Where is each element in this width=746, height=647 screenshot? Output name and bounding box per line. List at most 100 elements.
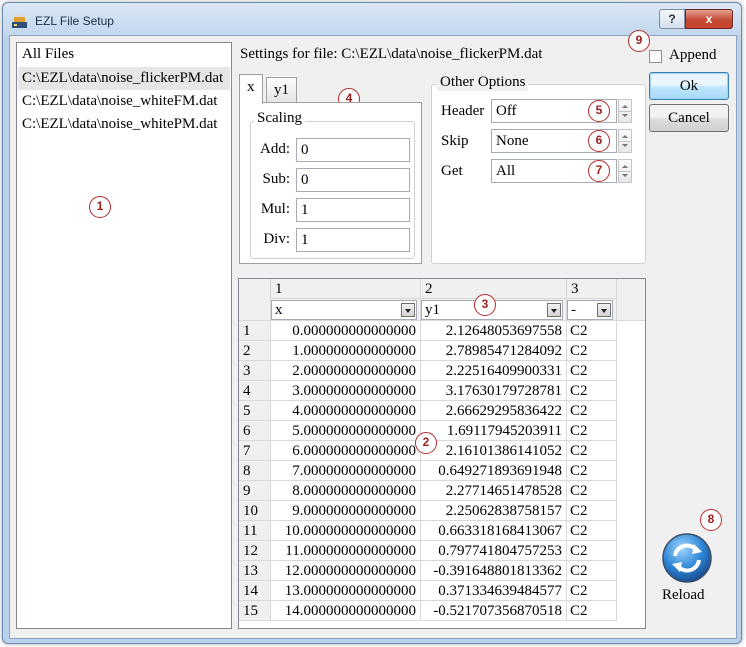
sub-input[interactable]: 0 [296,168,410,192]
reload-icon[interactable] [661,532,713,584]
tab-x[interactable]: x [239,74,263,104]
column-3-cell[interactable]: C2 [567,441,617,461]
y-value-cell[interactable]: 1.69117945203911 [421,421,567,441]
column-1-select[interactable]: x [271,300,417,320]
y-value-cell[interactable]: 2.66629295836422 [421,401,567,421]
tab-y1[interactable]: y1 [266,77,297,104]
get-label: Get [441,163,463,179]
close-button[interactable]: x [685,9,733,29]
x-value-cell[interactable]: 6.000000000000000 [271,441,421,461]
column-3-select[interactable]: - [567,300,613,320]
y-value-cell[interactable]: -0.521707356870518 [421,601,567,621]
x-value-cell[interactable]: 5.000000000000000 [271,421,421,441]
row-number[interactable]: 11 [239,521,271,541]
row-number[interactable]: 15 [239,601,271,621]
column-3-cell[interactable]: C2 [567,581,617,601]
column-3-cell[interactable]: C2 [567,361,617,381]
column-3-cell[interactable]: C2 [567,521,617,541]
column-3-cell[interactable]: C2 [567,541,617,561]
row-number[interactable]: 8 [239,461,271,481]
other-options-title: Other Options [437,74,529,91]
x-value-cell[interactable]: 11.000000000000000 [271,541,421,561]
grid-column-number: 3 [567,279,617,299]
row-number[interactable]: 7 [239,441,271,461]
annotation-marker: 9 [628,30,650,52]
y-value-cell[interactable]: 2.27714651478528 [421,481,567,501]
sub-label: Sub: [262,171,290,187]
get-spin-buttons[interactable] [618,159,632,183]
add-input[interactable]: 0 [296,138,410,162]
x-value-cell[interactable]: 4.000000000000000 [271,401,421,421]
y-value-cell[interactable]: 2.25062838758157 [421,501,567,521]
column-3-cell[interactable]: C2 [567,461,617,481]
row-number[interactable]: 4 [239,381,271,401]
y-value-cell[interactable]: 2.16101386141052 [421,441,567,461]
app-icon [12,14,27,28]
file-list-item[interactable]: C:\EZL\data\noise_flickerPM.dat [18,67,230,90]
mul-input[interactable]: 1 [296,198,410,222]
column-3-cell[interactable]: C2 [567,481,617,501]
column-3-cell[interactable]: C2 [567,381,617,401]
x-value-cell[interactable]: 8.000000000000000 [271,481,421,501]
x-value-cell[interactable]: 2.000000000000000 [271,361,421,381]
x-value-cell[interactable]: 12.000000000000000 [271,561,421,581]
annotation-marker: 7 [588,160,610,182]
column-3-cell[interactable]: C2 [567,421,617,441]
row-number[interactable]: 2 [239,341,271,361]
x-value-cell[interactable]: 3.000000000000000 [271,381,421,401]
y-value-cell[interactable]: 0.649271893691948 [421,461,567,481]
x-value-cell[interactable]: 9.000000000000000 [271,501,421,521]
x-value-cell[interactable]: 1.000000000000000 [271,341,421,361]
x-value-cell[interactable]: 7.000000000000000 [271,461,421,481]
y-value-cell[interactable]: 2.22516409900331 [421,361,567,381]
ok-button[interactable]: Ok [649,72,729,100]
scaling-group-title: Scaling [254,110,305,127]
x-value-cell[interactable]: 10.000000000000000 [271,521,421,541]
y-value-cell[interactable]: 0.371334639484577 [421,581,567,601]
skip-spin-buttons[interactable] [618,129,632,153]
header-spin-buttons[interactable] [618,99,632,123]
y-value-cell[interactable]: 2.78985471284092 [421,341,567,361]
chevron-down-icon[interactable] [401,303,415,317]
data-grid[interactable]: 1 2 3 x y1 - 1 0.000000000000000 2.12648… [238,278,646,629]
cancel-button[interactable]: Cancel [649,104,729,132]
row-number[interactable]: 3 [239,361,271,381]
row-number[interactable]: 6 [239,421,271,441]
row-number[interactable]: 1 [239,321,271,341]
grid-column-number: 2 [421,279,567,299]
x-value-cell[interactable]: 13.000000000000000 [271,581,421,601]
column-3-cell[interactable]: C2 [567,601,617,621]
column-3-cell[interactable]: C2 [567,401,617,421]
chevron-down-icon[interactable] [547,303,561,317]
append-label[interactable]: Append [669,47,717,64]
help-button[interactable]: ? [659,9,685,29]
reload-label[interactable]: Reload [662,587,705,604]
y-value-cell[interactable]: 2.12648053697558 [421,321,567,341]
row-number[interactable]: 10 [239,501,271,521]
column-3-cell[interactable]: C2 [567,561,617,581]
div-input[interactable]: 1 [296,228,410,252]
y-value-cell[interactable]: -0.391648801813362 [421,561,567,581]
row-number[interactable]: 9 [239,481,271,501]
column-1-select-value: x [275,302,283,318]
file-list[interactable]: All Files C:\EZL\data\noise_flickerPM.da… [16,42,232,629]
y-value-cell[interactable]: 0.663318168413067 [421,521,567,541]
row-number[interactable]: 12 [239,541,271,561]
file-list-header[interactable]: All Files [22,46,74,63]
append-checkbox[interactable] [649,50,662,63]
row-number[interactable]: 5 [239,401,271,421]
column-3-cell[interactable]: C2 [567,341,617,361]
row-number[interactable]: 13 [239,561,271,581]
file-list-item[interactable]: C:\EZL\data\noise_whitePM.dat [18,113,230,136]
file-list-item[interactable]: C:\EZL\data\noise_whiteFM.dat [18,90,230,113]
dialog-window: EZL File Setup ? x All Files C:\EZL\data… [2,2,742,644]
x-value-cell[interactable]: 0.000000000000000 [271,321,421,341]
x-value-cell[interactable]: 14.000000000000000 [271,601,421,621]
y-value-cell[interactable]: 3.17630179728781 [421,381,567,401]
annotation-marker: 2 [415,432,437,454]
column-3-cell[interactable]: C2 [567,321,617,341]
chevron-down-icon[interactable] [597,303,611,317]
column-3-cell[interactable]: C2 [567,501,617,521]
row-number[interactable]: 14 [239,581,271,601]
y-value-cell[interactable]: 0.797741804757253 [421,541,567,561]
